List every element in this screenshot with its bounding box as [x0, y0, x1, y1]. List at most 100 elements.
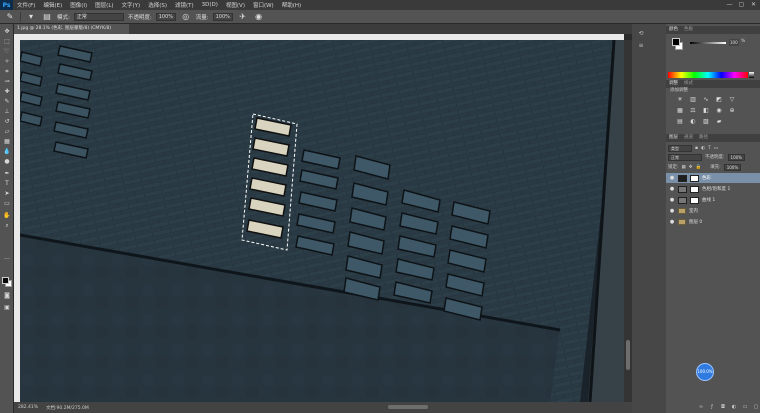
- eyedropper-tool-icon[interactable]: ⊸: [2, 78, 12, 86]
- layer-kind-select[interactable]: 类型: [668, 144, 692, 152]
- layer-row[interactable]: ● 室内: [666, 206, 760, 216]
- quick-mask-icon[interactable]: ◙: [2, 292, 12, 300]
- adjustment-layer-icon[interactable]: ◐: [731, 404, 737, 410]
- dodge-tool-icon[interactable]: ●: [2, 158, 12, 166]
- layer-mask-thumbnail[interactable]: [690, 196, 699, 204]
- brush-panel-icon[interactable]: ▤: [41, 12, 53, 22]
- filter-shape-icon[interactable]: ▭: [714, 146, 718, 151]
- flow-field[interactable]: 100%: [212, 12, 233, 21]
- tab-layers[interactable]: 图层: [666, 134, 681, 142]
- vertical-scrollbar[interactable]: [626, 340, 630, 370]
- menu-filter[interactable]: 滤镜(T): [171, 1, 198, 9]
- pen-tool-icon[interactable]: ✒: [2, 170, 12, 178]
- fill-field[interactable]: 100%: [723, 163, 742, 171]
- lock-pixels-icon[interactable]: ▦: [682, 165, 686, 170]
- black-white-icon[interactable]: ◧: [702, 107, 710, 115]
- menu-file[interactable]: 文件(F): [13, 1, 39, 9]
- posterize-icon[interactable]: ▨: [702, 118, 710, 126]
- menu-select[interactable]: 选择(S): [144, 1, 171, 9]
- hand-tool-icon[interactable]: ✋: [2, 212, 12, 220]
- layer-row[interactable]: ● 图层 0: [666, 217, 760, 227]
- blend-mode-select[interactable]: 正常: [668, 153, 702, 161]
- menu-edit[interactable]: 编辑(E): [39, 1, 66, 9]
- curves-icon[interactable]: ∿: [702, 96, 710, 104]
- layer-mask-thumbnail[interactable]: [690, 185, 699, 193]
- airbrush-icon[interactable]: ✈: [237, 12, 249, 22]
- path-select-icon[interactable]: ➤: [2, 190, 12, 198]
- filter-pixel-icon[interactable]: ▪: [695, 146, 698, 151]
- filter-type-icon[interactable]: T: [708, 146, 711, 151]
- eraser-tool-icon[interactable]: ▱: [2, 128, 12, 136]
- fx-icon[interactable]: ƒ: [709, 404, 715, 410]
- menu-window[interactable]: 窗口(W): [249, 1, 278, 9]
- history-panel-icon[interactable]: ⟲: [637, 30, 645, 38]
- zoom-tool-icon[interactable]: ⌕: [2, 222, 12, 230]
- eye-icon[interactable]: ●: [669, 219, 675, 225]
- move-tool-icon[interactable]: ✥: [2, 28, 12, 36]
- document-tab[interactable]: 1.jpg @ 28.1% (色彩, 图层蒙版/8) (CMYK/8): [14, 24, 129, 34]
- tab-paths[interactable]: 路径: [696, 134, 711, 142]
- hue-saturation-icon[interactable]: ▦: [676, 107, 684, 115]
- layer-row[interactable]: ● 曲线 1: [666, 195, 760, 205]
- healing-tool-icon[interactable]: ✚: [2, 88, 12, 96]
- layer-name[interactable]: 室内: [689, 208, 698, 214]
- levels-icon[interactable]: ▥: [689, 96, 697, 104]
- eye-icon[interactable]: ●: [669, 208, 675, 214]
- close-button[interactable]: ✕: [749, 1, 758, 9]
- new-layer-icon[interactable]: ▢: [753, 404, 759, 410]
- layer-row[interactable]: ● 色彩: [666, 173, 760, 183]
- menu-type[interactable]: 文字(Y): [118, 1, 145, 9]
- folder-icon[interactable]: [678, 219, 686, 225]
- layer-opacity-field[interactable]: 100%: [727, 153, 745, 161]
- brightness-icon[interactable]: ☀: [676, 96, 684, 104]
- layer-name[interactable]: 曲线 1: [702, 197, 715, 203]
- properties-panel-icon[interactable]: ≡: [637, 42, 645, 50]
- type-tool-icon[interactable]: T: [2, 180, 12, 188]
- menu-3d[interactable]: 3D(D): [198, 2, 222, 8]
- color-panel-foreground[interactable]: [672, 38, 680, 46]
- tab-color[interactable]: 颜色: [666, 26, 681, 34]
- filter-adjust-icon[interactable]: ◐: [701, 146, 705, 151]
- horizontal-scrollbar[interactable]: [388, 405, 428, 409]
- blur-tool-icon[interactable]: 💧: [2, 148, 12, 156]
- exposure-icon[interactable]: ◩: [715, 96, 723, 104]
- crop-tool-icon[interactable]: ⌗: [2, 68, 12, 76]
- brush-tool-icon[interactable]: ✎: [2, 98, 12, 106]
- eye-icon[interactable]: ●: [669, 175, 675, 181]
- invert-icon[interactable]: ◐: [689, 118, 697, 126]
- mode-select[interactable]: 正常: [73, 12, 124, 21]
- channel-mixer-icon[interactable]: ⊕: [728, 107, 736, 115]
- menu-image[interactable]: 图像(I): [66, 1, 91, 9]
- stamp-tool-icon[interactable]: ⊥: [2, 108, 12, 116]
- vibrance-icon[interactable]: ▽: [728, 96, 736, 104]
- group-icon[interactable]: ▭: [742, 404, 748, 410]
- foreground-color-swatch[interactable]: [2, 277, 9, 284]
- marquee-tool-icon[interactable]: ⬚: [2, 38, 12, 46]
- layer-name[interactable]: 色相/饱和度 1: [702, 186, 730, 192]
- lock-position-icon[interactable]: ✥: [689, 165, 693, 170]
- layer-mask-thumbnail[interactable]: [690, 174, 699, 182]
- screen-mode-icon[interactable]: ▣: [2, 304, 12, 312]
- brush-preset-icon[interactable]: ▾: [25, 12, 37, 22]
- gradient-tool-icon[interactable]: ▦: [2, 138, 12, 146]
- maximize-button[interactable]: ▢: [737, 1, 746, 9]
- quick-select-tool-icon[interactable]: ✧: [2, 58, 12, 66]
- pressure-size-icon[interactable]: ◉: [253, 12, 265, 22]
- color-spectrum[interactable]: [668, 72, 748, 78]
- menu-layer[interactable]: 图层(L): [91, 1, 117, 9]
- zoom-level[interactable]: 282.41%: [18, 405, 38, 410]
- layer-name[interactable]: 色彩: [702, 175, 711, 181]
- more-tools-icon[interactable]: …: [2, 254, 12, 262]
- tab-swatches[interactable]: 色板: [681, 26, 696, 34]
- photo-filter-icon[interactable]: ◉: [715, 107, 723, 115]
- tab-channels[interactable]: 通道: [681, 134, 696, 142]
- history-brush-icon[interactable]: ↺: [2, 118, 12, 126]
- navigator-zoom-badge[interactable]: 100.0%: [696, 363, 714, 381]
- minimize-button[interactable]: —: [725, 1, 734, 9]
- lock-all-icon[interactable]: 🔒: [696, 165, 702, 170]
- brush-icon[interactable]: ✎: [4, 12, 16, 22]
- eye-icon[interactable]: ●: [669, 186, 675, 192]
- folder-icon[interactable]: [678, 208, 686, 214]
- pressure-opacity-icon[interactable]: ◎: [180, 12, 192, 22]
- color-slider-value[interactable]: 100: [729, 39, 739, 46]
